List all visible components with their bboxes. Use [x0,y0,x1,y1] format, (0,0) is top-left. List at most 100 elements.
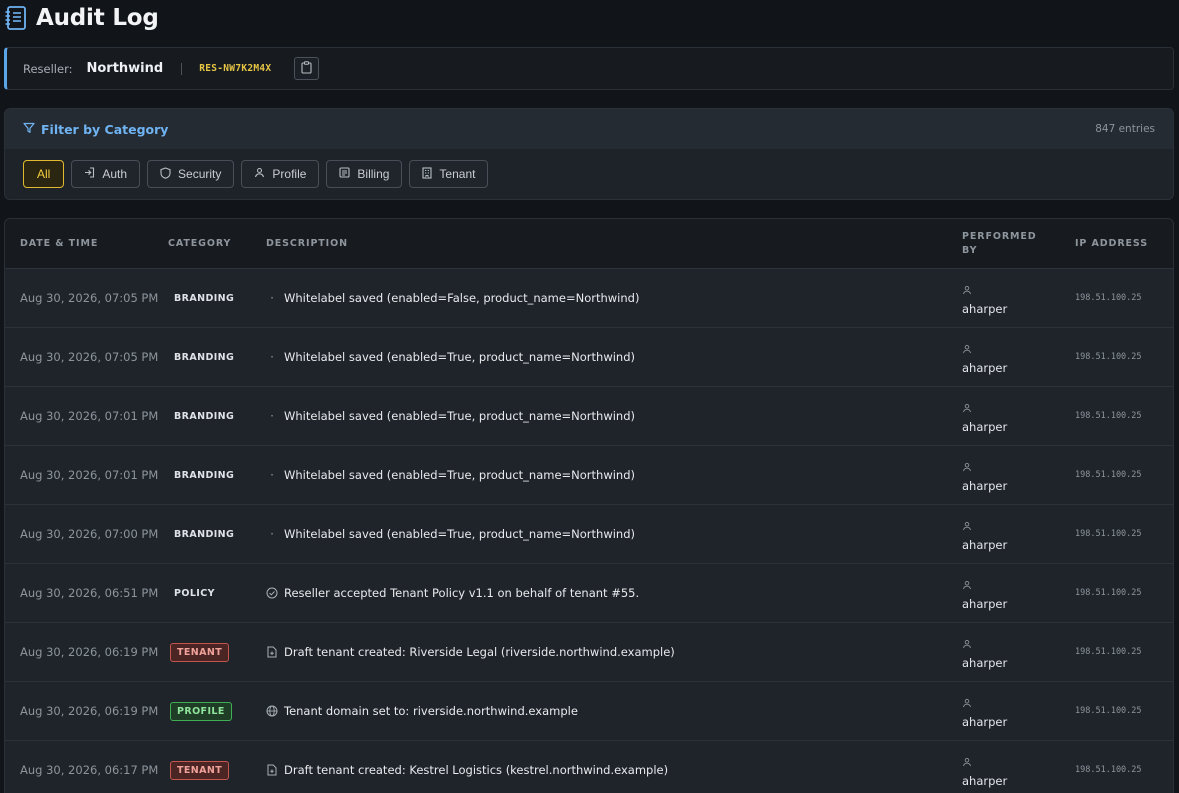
row-category: PROFILE [170,682,232,740]
row-date: Aug 30, 2026, 07:05 PM [20,291,159,305]
row-category: BRANDING [170,446,234,504]
row-ip: 198.51.100.25 [1075,706,1142,716]
row-category: BRANDING [170,387,234,445]
description-text: Whitelabel saved (enabled=True, product_… [284,468,635,482]
username: aharper [962,715,1008,729]
check-circle-icon [266,587,278,599]
clipboard-icon [301,60,312,77]
row-description: Draft tenant created: Kestrel Logistics … [266,741,668,793]
table-row[interactable]: Aug 30, 2026, 06:17 PM TENANT Draft tena… [5,741,1173,793]
row-ip: 198.51.100.25 [1075,470,1142,480]
shield-icon [160,166,171,182]
row-performed-by: aharper [962,623,1007,681]
description-text: Whitelabel saved (enabled=False, product… [284,291,640,305]
username: aharper [962,361,1008,375]
chip-label: Billing [357,167,390,181]
reseller-code: RES-NW7K2M4X [199,63,272,74]
description-text: Draft tenant created: Riverside Legal (r… [284,645,675,659]
row-category: BRANDING [170,328,234,386]
row-performed-by: aharper [962,505,1007,563]
user-icon [962,634,972,653]
file-plus-icon [266,646,278,658]
chip-billing[interactable]: Billing [326,160,403,188]
username: aharper [962,656,1008,670]
header-category: CATEGORY [168,238,232,249]
notebook-icon [4,5,28,31]
funnel-icon [23,122,35,137]
category-badge: PROFILE [170,701,232,721]
chip-security[interactable]: Security [147,160,235,188]
row-ip: 198.51.100.25 [1075,411,1142,421]
table-row[interactable]: Aug 30, 2026, 06:19 PM PROFILE Tenant do… [5,682,1173,741]
category-badge: BRANDING [174,351,235,363]
row-description: · Whitelabel saved (enabled=True, produc… [266,505,635,563]
category-badge: BRANDING [174,469,235,481]
bullet-icon: · [270,350,274,364]
header-date: DATE & TIME [20,238,99,249]
table-row[interactable]: Aug 30, 2026, 06:19 PM TENANT Draft tena… [5,623,1173,682]
username: aharper [962,597,1008,611]
user-icon [254,167,265,181]
username: aharper [962,538,1008,552]
user-icon [962,752,972,771]
row-description: Tenant domain set to: riverside.northwin… [266,682,578,740]
row-ip: 198.51.100.25 [1075,293,1142,303]
row-category: POLICY [170,564,215,622]
chip-label: Tenant [439,167,476,181]
description-text: Draft tenant created: Kestrel Logistics … [284,763,669,777]
audit-log-table: DATE & TIME CATEGORY DESCRIPTION PERFORM… [4,218,1174,793]
page-title: Audit Log [36,5,159,31]
building-icon [422,166,432,182]
bullet-icon: · [270,409,274,423]
category-badge: POLICY [174,587,215,599]
row-performed-by: aharper [962,446,1007,504]
table-row[interactable]: Aug 30, 2026, 07:05 PM BRANDING · Whitel… [5,269,1173,328]
row-ip: 198.51.100.25 [1075,588,1142,598]
bullet-icon: · [270,468,274,482]
row-ip: 198.51.100.25 [1075,352,1142,362]
table-row[interactable]: Aug 30, 2026, 07:01 PM BRANDING · Whitel… [5,446,1173,505]
description-text: Whitelabel saved (enabled=True, product_… [284,350,635,364]
row-date: Aug 30, 2026, 06:19 PM [20,704,159,718]
file-plus-icon [266,764,278,776]
category-badge: BRANDING [174,528,235,540]
header-description: DESCRIPTION [266,238,348,249]
filter-header: Filter by Category 847 entries [5,109,1173,149]
login-icon [84,167,95,181]
chip-profile[interactable]: Profile [241,160,320,188]
page-header: Audit Log [4,4,159,32]
row-description: · Whitelabel saved (enabled=False, produ… [266,269,639,327]
category-chips: All Auth Security Profile Billing Tenant [5,149,1173,188]
reseller-label: Reseller: [23,61,73,76]
row-category: TENANT [170,741,230,793]
chip-label: All [37,167,51,181]
header-ip: IP ADDRESS [1075,238,1148,249]
table-row[interactable]: Aug 30, 2026, 07:05 PM BRANDING · Whitel… [5,328,1173,387]
filter-title: Filter by Category [23,122,168,137]
description-text: Tenant domain set to: riverside.northwin… [284,704,578,718]
row-description: · Whitelabel saved (enabled=True, produc… [266,446,635,504]
entry-count: 847 entries [1095,123,1155,135]
username: aharper [962,302,1008,316]
user-icon [962,457,972,476]
category-badge: TENANT [170,642,230,662]
user-icon [962,516,972,535]
chip-auth[interactable]: Auth [71,160,141,188]
table-row[interactable]: Aug 30, 2026, 07:00 PM BRANDING · Whitel… [5,505,1173,564]
user-icon [962,339,972,358]
reseller-bar: Reseller: Northwind RES-NW7K2M4X [4,47,1174,90]
row-ip: 198.51.100.25 [1075,765,1142,775]
table-row[interactable]: Aug 30, 2026, 07:01 PM BRANDING · Whitel… [5,387,1173,446]
chip-tenant[interactable]: Tenant [409,160,489,188]
copy-code-button[interactable] [294,57,320,80]
chip-label: Profile [272,167,307,181]
row-category: TENANT [170,623,230,681]
bullet-icon: · [270,527,274,541]
chip-label: Security [178,167,222,181]
row-description: · Whitelabel saved (enabled=True, produc… [266,328,635,386]
category-badge: BRANDING [174,292,235,304]
table-row[interactable]: Aug 30, 2026, 06:51 PM POLICY Reseller a… [5,564,1173,623]
row-ip: 198.51.100.25 [1075,529,1142,539]
chip-all[interactable]: All [23,160,65,188]
row-performed-by: aharper [962,387,1007,445]
